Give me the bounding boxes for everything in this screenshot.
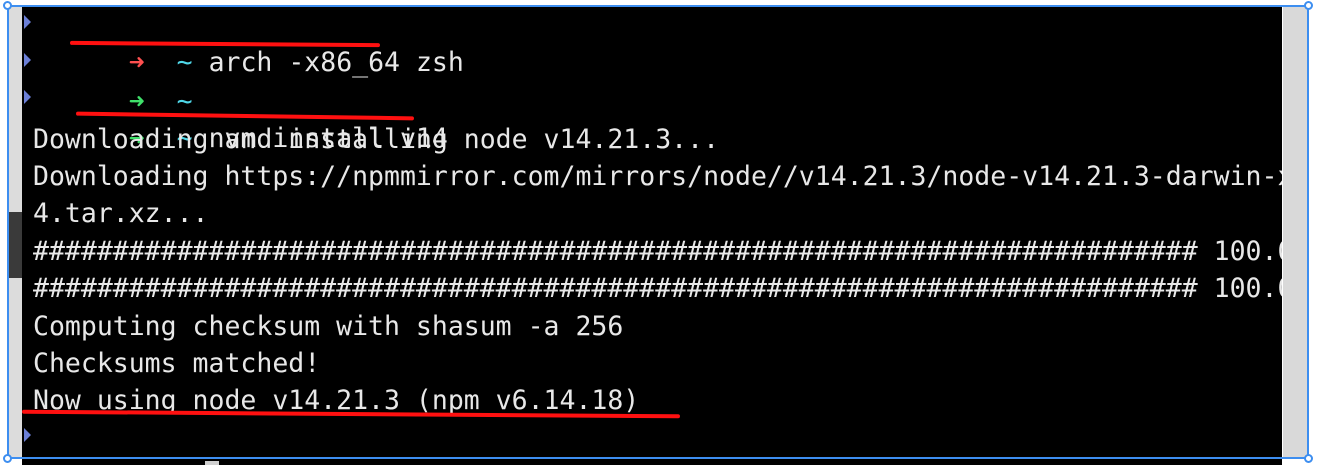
- resize-handle[interactable]: [1304, 454, 1313, 463]
- resize-handle[interactable]: [1304, 1, 1313, 10]
- prompt-arrow-icon: ➜: [129, 460, 145, 465]
- screenshot-frame: ➜ ~ arch -x86_64 zsh ➜ ~ ➜ ~ nvm install…: [0, 0, 1324, 474]
- resize-handle[interactable]: [3, 454, 12, 463]
- prompt-cwd: ~: [177, 460, 193, 465]
- resize-handle[interactable]: [3, 1, 12, 10]
- text-cursor[interactable]: [204, 460, 219, 465]
- selection-border: [7, 5, 1309, 459]
